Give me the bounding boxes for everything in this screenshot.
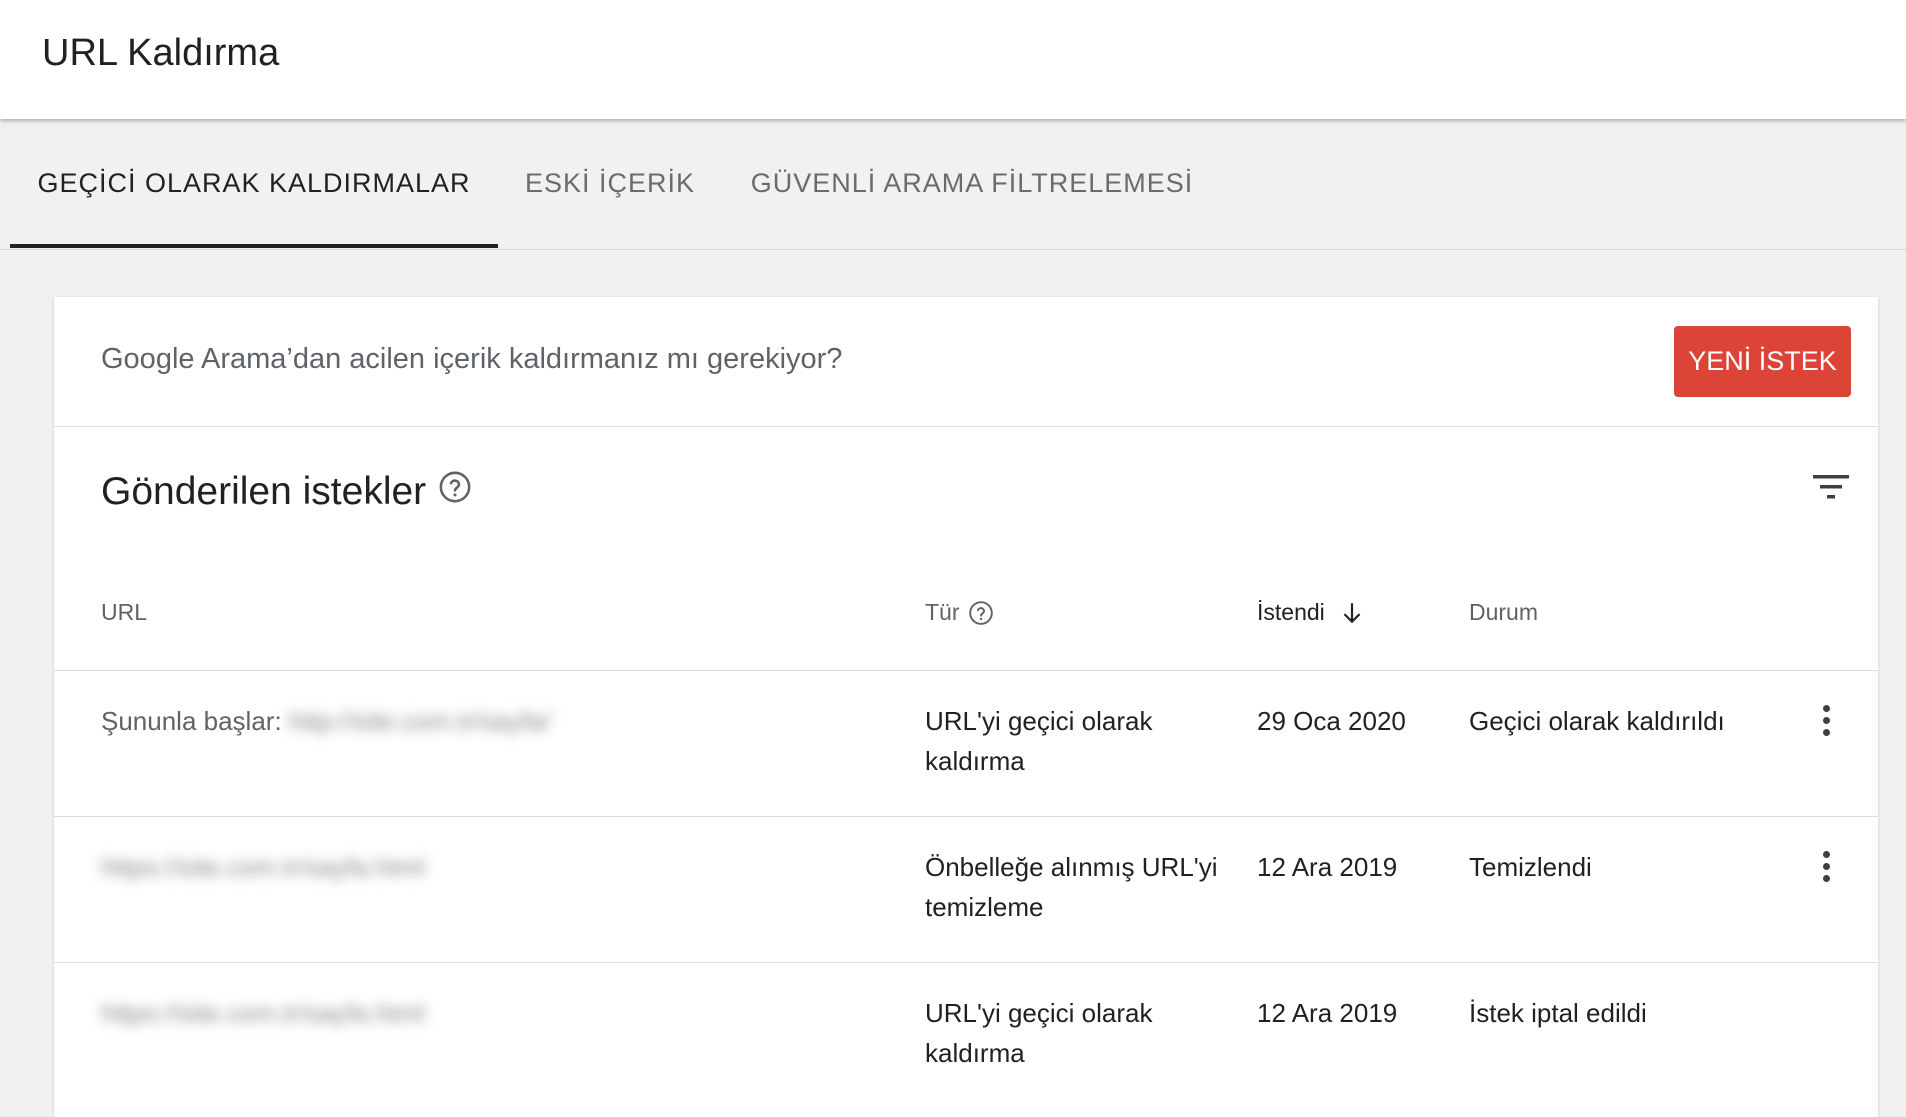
type-line: Önbelleğe alınmış URL'yi <box>925 852 1218 882</box>
type-line: URL'yi geçici olarak <box>925 998 1153 1028</box>
table-row[interactable]: Şununla başlar: http://site.com.tr/sayfa… <box>54 671 1878 817</box>
requested-date-cell: 12 Ara 2019 <box>1257 998 1398 1028</box>
column-header-requested[interactable]: İstendi <box>1257 599 1365 626</box>
url-value: https://site.com.tr/sayfa.html <box>101 852 425 882</box>
help-circle-icon[interactable] <box>438 470 472 514</box>
column-header-url[interactable]: URL <box>101 599 147 626</box>
requested-date-cell: 12 Ara 2019 <box>1257 852 1398 882</box>
table-row[interactable]: https://site.com.tr/sayfa.html Önbelleğe… <box>54 817 1878 963</box>
type-cell: Önbelleğe alınmış URL'yi temizleme <box>925 847 1218 927</box>
column-header-requested-label: İstendi <box>1257 599 1325 625</box>
app-header: URL Kaldırma <box>0 0 1906 119</box>
status-cell: İstek iptal edildi <box>1469 998 1647 1028</box>
tab-temporary-removals[interactable]: GEÇİCİ OLARAK KALDIRMALAR <box>10 119 498 248</box>
column-header-type-label: Tür <box>925 599 960 625</box>
type-line: kaldırma <box>925 1038 1025 1068</box>
url-value: http://site.com.tr/sayfa/ <box>288 706 551 736</box>
tab-bar: GEÇİCİ OLARAK KALDIRMALAR ESKİ İÇERİK GÜ… <box>0 119 1906 250</box>
type-line: kaldırma <box>925 746 1025 776</box>
url-prefix: Şununla başlar: <box>101 706 282 736</box>
url-value: https://site.com.tr/sayfa.html <box>101 998 425 1028</box>
new-request-banner: Google Arama’dan acilen içerik kaldırman… <box>54 297 1878 427</box>
section-title-text: Gönderilen istekler <box>101 470 427 513</box>
type-line: URL'yi geçici olarak <box>925 706 1153 736</box>
requested-date-cell: 29 Oca 2020 <box>1257 706 1406 736</box>
section-title: Gönderilen istekler <box>101 470 472 514</box>
requests-card: Google Arama’dan acilen içerik kaldırman… <box>54 297 1878 1117</box>
url-cell: https://site.com.tr/sayfa.html <box>101 993 425 1033</box>
type-cell: URL'yi geçici olarak kaldırma <box>925 701 1153 781</box>
type-line: temizleme <box>925 892 1044 922</box>
tab-outdated-content[interactable]: ESKİ İÇERİK <box>520 119 700 247</box>
url-cell: https://site.com.tr/sayfa.html <box>101 847 425 887</box>
new-request-button[interactable]: YENİ İSTEK <box>1674 326 1851 397</box>
more-vert-icon[interactable] <box>1814 851 1838 891</box>
status-cell: Temizlendi <box>1469 852 1592 882</box>
more-vert-icon[interactable] <box>1814 705 1838 745</box>
arrow-down-icon <box>1339 600 1365 626</box>
help-circle-icon[interactable] <box>968 600 994 626</box>
column-header-type[interactable]: Tür <box>925 599 994 626</box>
type-cell: URL'yi geçici olarak kaldırma <box>925 993 1153 1073</box>
column-header-status[interactable]: Durum <box>1469 599 1538 626</box>
url-cell: Şununla başlar: http://site.com.tr/sayfa… <box>101 701 550 741</box>
table-row[interactable]: https://site.com.tr/sayfa.html URL'yi ge… <box>54 963 1878 1108</box>
status-cell: Geçici olarak kaldırıldı <box>1469 706 1725 736</box>
banner-text: Google Arama’dan acilen içerik kaldırman… <box>101 343 843 375</box>
page-title: URL Kaldırma <box>42 32 280 74</box>
tab-safesearch-filtering[interactable]: GÜVENLİ ARAMA FİLTRELEMESİ <box>750 119 1194 247</box>
filter-icon[interactable] <box>1811 467 1851 507</box>
